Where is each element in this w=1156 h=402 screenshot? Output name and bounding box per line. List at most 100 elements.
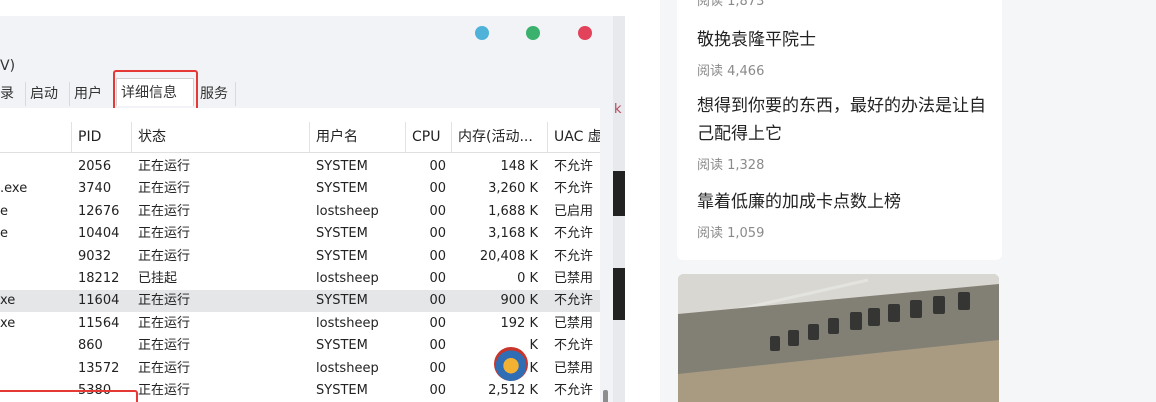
cell-name: e bbox=[0, 226, 8, 242]
table-row[interactable]: .exe 3740 正在运行 SYSTEM 00 3,260 K 不允许 bbox=[0, 178, 600, 200]
cell-uac: 不允许 bbox=[554, 293, 594, 309]
cell-uac: 不允许 bbox=[554, 383, 594, 398]
cell-uac: 不允许 bbox=[554, 338, 594, 354]
cell-name: xe bbox=[0, 315, 16, 331]
cell-uac: 已启用 bbox=[554, 203, 594, 219]
cell-mem: 900 K bbox=[500, 293, 538, 309]
table-row[interactable]: 9032 正在运行 SYSTEM 00 20,408 K 不允许 bbox=[0, 246, 600, 268]
column-header-name[interactable] bbox=[0, 122, 72, 152]
column-header-pid[interactable]: PID bbox=[72, 122, 132, 152]
cell-cpu: 00 bbox=[429, 248, 446, 264]
article-reads-partial: 阅读 1,873 bbox=[697, 0, 765, 9]
cell-user: lostsheep bbox=[316, 271, 379, 286]
scrollbar-track[interactable] bbox=[600, 108, 613, 402]
cell-cpu: 00 bbox=[429, 226, 446, 242]
cell-user: SYSTEM bbox=[316, 293, 368, 309]
background-window-strip: k bbox=[613, 16, 625, 402]
menu-fragment[interactable]: V) bbox=[0, 58, 15, 74]
related-articles-card: 阅读 1,873 敬挽袁隆平院士 阅读 4,466 想得到你要的东西，最好的办法… bbox=[677, 0, 1002, 260]
cell-pid: 3740 bbox=[78, 181, 112, 197]
maximize-dot-icon[interactable] bbox=[526, 26, 540, 40]
minimize-dot-icon[interactable] bbox=[475, 26, 489, 40]
cell-user: lostsheep bbox=[316, 360, 379, 376]
cell-mem: 2,512 K bbox=[488, 383, 538, 398]
tab-partial[interactable]: 录 bbox=[0, 82, 26, 106]
cell-status: 正在运行 bbox=[138, 248, 191, 264]
task-manager-window: V) 录 启动 用户 详细信息 服务 PID 状态 用户名 CPU 内存(活动.… bbox=[0, 16, 613, 402]
table-row[interactable]: xe 11564 正在运行 lostsheep 00 192 K 已禁用 bbox=[0, 313, 600, 335]
strip-letter: k bbox=[614, 102, 622, 117]
cell-user: SYSTEM bbox=[316, 248, 368, 264]
cell-status: 正在运行 bbox=[138, 338, 191, 354]
cell-name: e bbox=[0, 203, 8, 219]
article-reads: 阅读 1,059 bbox=[697, 226, 765, 241]
cell-uac: 已禁用 bbox=[554, 315, 594, 331]
cell-cpu: 00 bbox=[429, 293, 446, 309]
cell-user: SYSTEM bbox=[316, 159, 368, 174]
table-row[interactable]: 2056 正在运行 SYSTEM 00 148 K 不允许 bbox=[0, 156, 600, 178]
cell-status: 正在运行 bbox=[138, 181, 191, 197]
cell-name bbox=[0, 268, 70, 290]
cell-mem: 0 K bbox=[517, 271, 538, 286]
article-reads: 阅读 4,466 bbox=[697, 64, 765, 79]
cell-user: SYSTEM bbox=[316, 338, 368, 354]
article-reads: 阅读 1,328 bbox=[697, 158, 765, 173]
cell-user: SYSTEM bbox=[316, 181, 368, 197]
cell-user: SYSTEM bbox=[316, 226, 368, 242]
cell-mem: 148 K bbox=[500, 159, 538, 174]
table-row[interactable]: 18212 已挂起 lostsheep 00 0 K 已禁用 bbox=[0, 268, 600, 290]
close-dot-icon[interactable] bbox=[578, 26, 592, 40]
cell-pid: 13572 bbox=[78, 360, 120, 376]
cell-mem: 3,168 K bbox=[488, 226, 538, 242]
cell-name bbox=[0, 246, 70, 268]
cell-status: 正在运行 bbox=[138, 293, 191, 309]
cell-cpu: 00 bbox=[429, 203, 446, 219]
cell-uac: 不允许 bbox=[554, 159, 594, 174]
cell-name: .exe bbox=[0, 181, 28, 197]
cell-pid: 12676 bbox=[78, 203, 120, 219]
column-header-username[interactable]: 用户名 bbox=[310, 122, 406, 152]
cell-status: 已挂起 bbox=[138, 271, 178, 286]
article-title[interactable]: 敬挽袁隆平院士 bbox=[697, 26, 987, 54]
cell-cpu: 00 bbox=[429, 383, 446, 398]
scrollbar-thumb[interactable] bbox=[603, 390, 608, 402]
cell-name bbox=[0, 358, 70, 380]
table-row[interactable]: e 12676 正在运行 lostsheep 00 1,688 K 已启用 bbox=[0, 201, 600, 223]
strip-block bbox=[613, 268, 625, 320]
cell-mem: 192 K bbox=[500, 315, 538, 331]
cell-mem: 1,688 K bbox=[488, 203, 538, 219]
cell-status: 正在运行 bbox=[138, 203, 191, 219]
cell-cpu: 00 bbox=[429, 338, 446, 354]
strip-block bbox=[613, 171, 625, 216]
cell-user: lostsheep bbox=[316, 315, 379, 331]
article-title[interactable]: 靠着低廉的加成卡点数上榜 bbox=[697, 188, 987, 216]
article-cover-image[interactable] bbox=[678, 274, 999, 402]
header-divider bbox=[0, 152, 600, 153]
cell-pid: 11564 bbox=[78, 315, 120, 331]
table-row[interactable]: e 10404 正在运行 SYSTEM 00 3,168 K 不允许 bbox=[0, 223, 600, 245]
table-row[interactable]: xe 11604 正在运行 SYSTEM 00 900 K 不允许 bbox=[0, 290, 600, 313]
tab-users[interactable]: 用户 bbox=[70, 82, 114, 106]
tab-startup[interactable]: 启动 bbox=[26, 82, 70, 106]
cell-mem: 20,408 K bbox=[479, 248, 538, 264]
tab-services[interactable]: 服务 bbox=[196, 82, 236, 106]
cell-pid: 10404 bbox=[78, 226, 120, 242]
cell-status: 正在运行 bbox=[138, 315, 191, 331]
cell-uac: 不允许 bbox=[554, 248, 594, 264]
column-header-memory[interactable]: 内存(活动... bbox=[452, 122, 548, 152]
cell-mem: 3,260 K bbox=[488, 181, 538, 197]
cell-user: SYSTEM bbox=[316, 383, 368, 398]
column-header-status[interactable]: 状态 bbox=[132, 122, 310, 152]
cell-status: 正在运行 bbox=[138, 360, 191, 376]
cell-user: lostsheep bbox=[316, 203, 379, 219]
column-header-cpu[interactable]: CPU bbox=[406, 122, 452, 152]
cell-cpu: 00 bbox=[429, 181, 446, 197]
highlight-box-bottom bbox=[0, 390, 138, 402]
column-header-uac[interactable]: UAC 虚 bbox=[548, 122, 600, 152]
cell-uac: 已禁用 bbox=[554, 360, 594, 376]
cover-photo-illustration bbox=[678, 274, 999, 402]
article-title[interactable]: 想得到你要的东西，最好的办法是让自己配得上它 bbox=[697, 92, 987, 148]
cell-pid: 860 bbox=[78, 338, 103, 354]
cell-uac: 不允许 bbox=[554, 181, 594, 197]
cell-pid: 2056 bbox=[78, 159, 112, 174]
